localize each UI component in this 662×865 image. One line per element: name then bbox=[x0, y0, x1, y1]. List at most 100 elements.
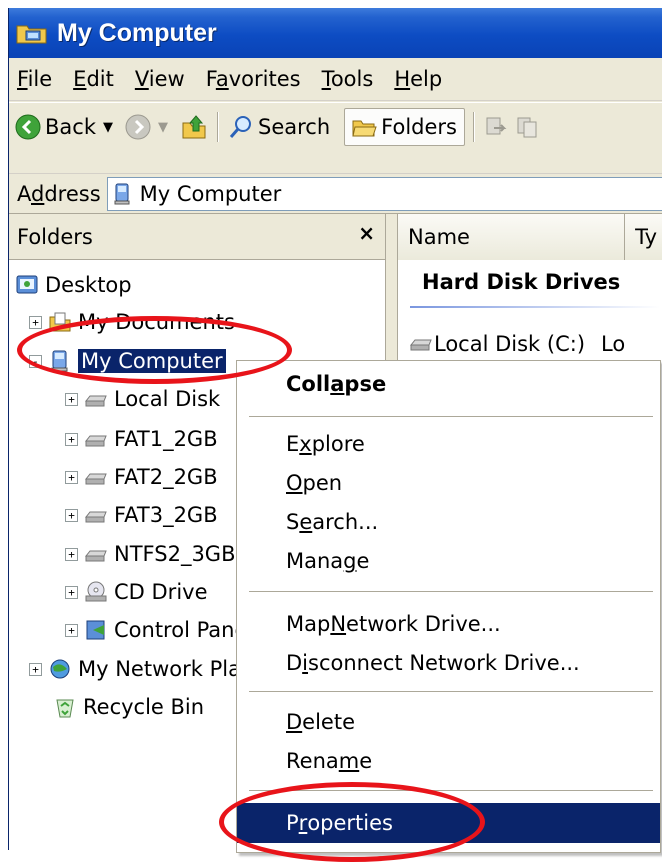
menu-file[interactable]: File bbox=[9, 67, 63, 91]
address-input[interactable]: My Computer bbox=[106, 176, 662, 211]
tree-item-local-disk[interactable]: + Local Disk bbox=[65, 381, 220, 417]
tree-label: Recycle Bin bbox=[83, 695, 205, 719]
expand-icon[interactable]: + bbox=[65, 432, 78, 446]
back-button[interactable]: Back ▼ bbox=[9, 110, 121, 144]
hard-disk-icon bbox=[410, 334, 432, 354]
menu-separator bbox=[249, 691, 653, 692]
menu-bar: File Edit View Favorites Tools Help bbox=[9, 58, 662, 101]
tree-item-my-documents[interactable]: + My Documents bbox=[29, 304, 235, 340]
context-menu: Coll a pse Ex plore Open Se arch... Mana g e M… bbox=[236, 360, 661, 853]
menu-item-rename[interactable]: Rena m e bbox=[237, 743, 660, 779]
menu-item-delete[interactable]: Delete bbox=[237, 704, 660, 740]
folders-label: Folders bbox=[381, 115, 457, 139]
my-computer-icon bbox=[48, 349, 72, 373]
tree-label: FAT3_2GB bbox=[114, 503, 218, 527]
menu-separator bbox=[249, 591, 653, 592]
tree-label: Local Disk bbox=[114, 387, 221, 411]
tree-item-fat1[interactable]: + FAT1_2GB bbox=[65, 421, 218, 457]
forward-arrow-icon bbox=[125, 114, 151, 140]
cd-drive-icon bbox=[84, 580, 108, 604]
expand-icon[interactable]: + bbox=[65, 585, 78, 599]
move-to-button[interactable] bbox=[480, 110, 512, 144]
folders-button[interactable]: Folders bbox=[344, 108, 465, 146]
list-item[interactable]: Local Disk (C:) Lo bbox=[410, 332, 625, 356]
search-button[interactable]: Search bbox=[224, 110, 334, 144]
title-bar[interactable]: My Computer bbox=[9, 8, 662, 58]
menu-item-search[interactable]: Se arch... bbox=[237, 504, 660, 540]
up-folder-icon bbox=[180, 113, 208, 141]
tree-item-recycle-bin[interactable]: Recycle Bin bbox=[53, 689, 204, 725]
tree-item-desktop[interactable]: Desktop bbox=[15, 267, 132, 303]
up-folder-button[interactable] bbox=[176, 110, 212, 144]
menu-item-collapse[interactable]: Coll a pse bbox=[237, 366, 660, 402]
search-icon bbox=[228, 114, 254, 140]
expand-icon[interactable]: + bbox=[29, 315, 42, 329]
address-bar: Address My Computer bbox=[9, 174, 662, 214]
back-label: Back bbox=[45, 115, 96, 139]
tree-label: CD Drive bbox=[114, 580, 208, 604]
expand-icon[interactable]: + bbox=[65, 392, 78, 406]
folders-icon bbox=[351, 115, 377, 139]
network-places-icon bbox=[48, 657, 72, 681]
tree-label: My Documents bbox=[78, 310, 235, 334]
my-documents-icon bbox=[48, 310, 72, 334]
back-arrow-icon bbox=[15, 114, 41, 140]
column-type[interactable]: Ty bbox=[625, 214, 662, 260]
expand-icon[interactable]: + bbox=[65, 470, 78, 484]
menu-item-map-network-drive[interactable]: Map Network Drive... bbox=[237, 606, 660, 642]
my-computer-icon bbox=[112, 182, 134, 206]
move-to-icon bbox=[484, 115, 508, 139]
tree-item-ntfs2[interactable]: + NTFS2_3GB bbox=[65, 536, 235, 572]
column-name[interactable]: Name bbox=[398, 214, 626, 260]
hard-disk-icon bbox=[84, 542, 108, 566]
expand-icon[interactable]: + bbox=[65, 547, 78, 561]
forward-dropdown-icon[interactable]: ▼ bbox=[158, 120, 168, 135]
menu-separator bbox=[249, 416, 653, 417]
menu-item-manage[interactable]: Mana g e bbox=[237, 543, 660, 579]
control-panel-icon bbox=[84, 618, 108, 642]
menu-separator bbox=[249, 790, 653, 791]
toolbar-separator-2 bbox=[472, 112, 475, 142]
back-dropdown-icon[interactable]: ▼ bbox=[103, 120, 113, 135]
item-name: Local Disk (C:) bbox=[434, 332, 586, 356]
collapse-icon[interactable]: - bbox=[29, 354, 42, 368]
folders-pane-header: Folders × bbox=[9, 214, 385, 260]
expand-icon[interactable]: + bbox=[65, 623, 78, 637]
folders-pane-title: Folders bbox=[17, 224, 93, 249]
hard-disk-icon bbox=[84, 503, 108, 527]
tree-label: NTFS2_3GB bbox=[114, 542, 236, 566]
folder-computer-icon bbox=[15, 20, 49, 46]
menu-item-open[interactable]: Open bbox=[237, 465, 660, 501]
menu-view[interactable]: View bbox=[125, 67, 196, 91]
menu-tools[interactable]: Tools bbox=[312, 67, 385, 91]
menu-favorites[interactable]: Favorites bbox=[196, 67, 312, 91]
menu-item-properties[interactable]: Pr operties bbox=[237, 803, 660, 843]
tree-item-fat2[interactable]: + FAT2_2GB bbox=[65, 459, 218, 495]
recycle-bin-icon bbox=[53, 695, 77, 719]
address-label: Address bbox=[17, 181, 101, 206]
expand-icon[interactable]: + bbox=[29, 662, 42, 676]
menu-edit[interactable]: Edit bbox=[63, 67, 125, 91]
expand-icon[interactable]: + bbox=[65, 508, 78, 522]
tree-item-fat3[interactable]: + FAT3_2GB bbox=[65, 497, 218, 533]
tree-item-control-panel[interactable]: + Control Panel bbox=[65, 612, 253, 648]
tree-label: Desktop bbox=[45, 273, 132, 297]
copy-to-button[interactable] bbox=[512, 110, 544, 144]
tree-item-my-computer[interactable]: - My Computer bbox=[29, 343, 226, 379]
address-value: My Computer bbox=[139, 181, 282, 206]
list-header: Name Ty bbox=[398, 214, 662, 260]
hard-disk-icon bbox=[84, 465, 108, 489]
tree-label-selected: My Computer bbox=[78, 349, 226, 373]
tree-label: FAT2_2GB bbox=[114, 465, 218, 489]
tree-label: FAT1_2GB bbox=[114, 427, 218, 451]
menu-item-disconnect-network-drive[interactable]: Di sconnect Network Drive... bbox=[237, 645, 660, 681]
menu-item-explore[interactable]: Ex plore bbox=[237, 426, 660, 462]
close-icon[interactable]: × bbox=[358, 223, 375, 243]
hard-disk-icon bbox=[84, 387, 108, 411]
forward-button[interactable]: ▼ bbox=[121, 110, 176, 144]
toolbar-separator bbox=[216, 112, 219, 142]
tree-item-cd-drive[interactable]: + CD Drive bbox=[65, 574, 208, 610]
menu-help[interactable]: Help bbox=[384, 67, 453, 91]
item-type: Lo bbox=[601, 332, 626, 356]
group-divider bbox=[410, 306, 660, 308]
